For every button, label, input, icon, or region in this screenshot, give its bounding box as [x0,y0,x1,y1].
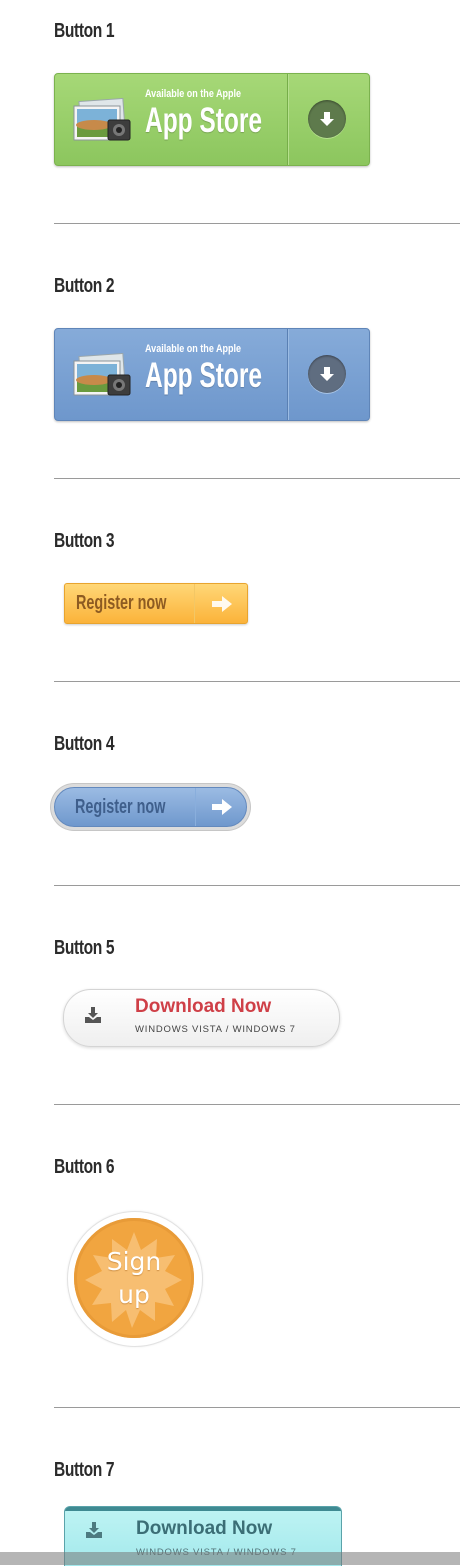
app-store-small-text: Available on the Apple [145,88,242,100]
download-now-title: Download Now [136,1518,273,1539]
button-separator [287,74,288,165]
photos-app-icon [73,353,131,396]
download-now-button-white[interactable]: Download Now WINDOWS VISTA / WINDOWS 7 [63,989,340,1047]
section-heading: Button 4 [54,733,115,755]
download-now-title: Download Now [135,996,272,1017]
register-now-button-blue[interactable]: Register now [54,787,247,827]
section-divider [54,1104,460,1105]
app-store-big-text: App Store [145,101,263,140]
register-now-button-orange[interactable]: Register now [64,583,248,624]
app-store-big-text: App Store [145,356,263,395]
section-divider [54,885,460,886]
section-heading: Button 6 [54,1156,115,1178]
horizontal-scrollbar[interactable] [0,1552,460,1565]
button-separator [287,329,288,420]
section-divider [54,681,460,682]
app-store-button-blue[interactable]: Available on the Apple App Store [54,328,370,421]
section-divider [54,478,460,479]
section-heading: Button 1 [54,20,115,42]
arrow-right-icon [194,584,247,623]
download-icon [85,1007,101,1023]
app-store-small-text: Available on the Apple [145,343,242,355]
register-now-label: Register now [75,795,166,818]
sign-up-button[interactable]: Sign up [74,1218,194,1338]
register-now-label: Register now [76,592,167,614]
section-heading: Button 5 [54,937,115,959]
section-divider [54,1407,460,1408]
photos-app-icon [73,98,131,141]
download-icon [86,1522,102,1538]
sign-up-line-2: up [118,1280,150,1309]
sign-up-line-1: Sign [106,1247,162,1276]
download-arrow-icon [308,100,346,138]
arrow-right-icon [195,788,246,826]
section-heading: Button 3 [54,530,115,552]
app-store-button-green[interactable]: Available on the Apple App Store [54,73,370,166]
download-arrow-icon [308,355,346,393]
section-heading: Button 7 [54,1459,115,1481]
section-heading: Button 2 [54,275,115,297]
section-divider [54,223,460,224]
download-now-subtitle: WINDOWS VISTA / WINDOWS 7 [135,1024,296,1035]
